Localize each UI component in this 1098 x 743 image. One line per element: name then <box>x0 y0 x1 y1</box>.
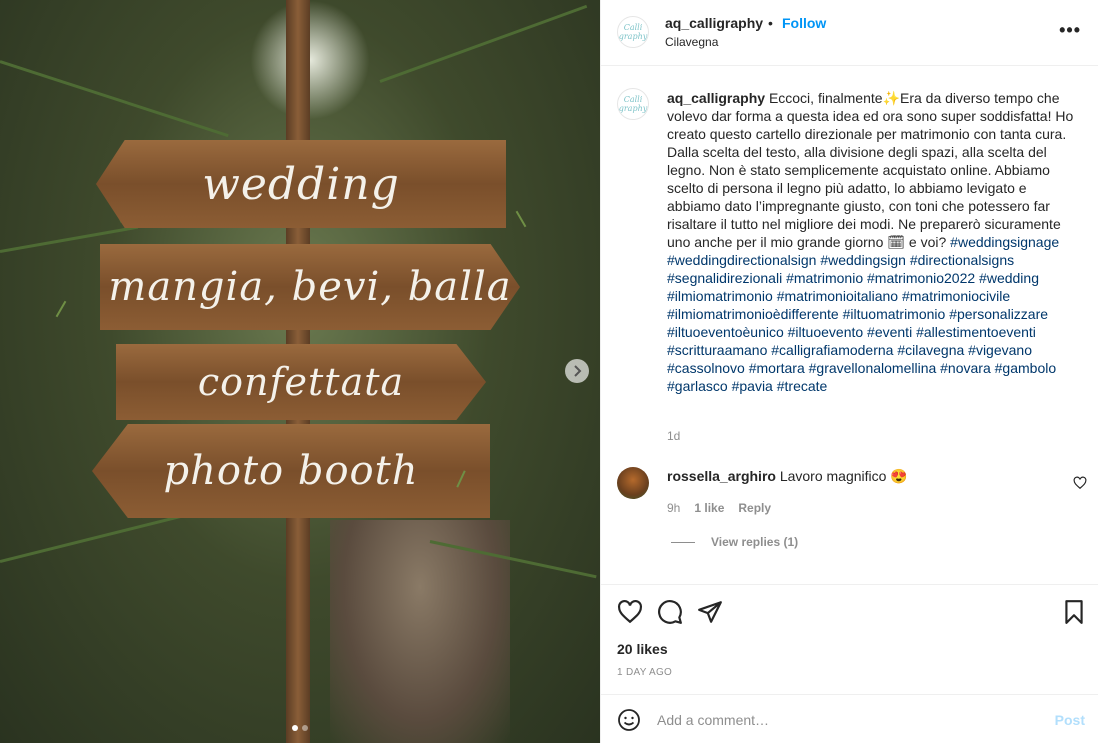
comment-meta: 9h 1 like Reply <box>667 501 771 515</box>
chevron-right-icon <box>574 365 582 377</box>
header-username[interactable]: aq_calligraphy <box>665 15 763 31</box>
pine-needles <box>55 300 67 318</box>
like-heart-icon[interactable] <box>617 599 643 625</box>
photo-sky-glow <box>250 0 370 120</box>
sign-wedding-text: wedding <box>202 158 400 210</box>
avatar-logo-text: Calli graphy <box>618 23 648 41</box>
caption-text: Eccoci, finalmente✨Era da diverso tempo … <box>667 90 1074 250</box>
pine-branch <box>0 60 229 138</box>
caption-avatar[interactable]: Calli graphy <box>617 88 649 120</box>
share-paper-plane-icon[interactable] <box>697 599 723 625</box>
post-date: 1 DAY AGO <box>617 667 673 678</box>
replies-line <box>671 541 695 543</box>
header-location[interactable]: Cilavegna <box>665 35 718 49</box>
comment-likes[interactable]: 1 like <box>694 501 724 515</box>
comment-bubble-icon[interactable] <box>657 599 683 625</box>
post-header: Calli graphy aq_calligraphy • Follow Cil… <box>601 0 1098 66</box>
save-bookmark-icon[interactable] <box>1061 599 1087 625</box>
sign-confettata-text: confettata <box>197 360 405 404</box>
view-replies-label: View replies (1) <box>711 535 799 549</box>
carousel-dot <box>302 725 308 731</box>
sign-confettata: confettata <box>116 344 486 420</box>
comment-reply-button[interactable]: Reply <box>738 501 771 515</box>
sign-mangia-text: mangia, bevi, balla <box>108 264 512 310</box>
comment-row: rossella_arghiro Lavoro magnifico 😍 <box>667 467 908 485</box>
sign-wedding: wedding <box>96 140 506 228</box>
post-photo[interactable]: wedding mangia, bevi, balla confettata p… <box>0 0 600 743</box>
post-comment-button[interactable]: Post <box>1055 712 1085 728</box>
add-comment-bar: Post <box>601 694 1098 743</box>
comment-avatar[interactable] <box>617 467 649 499</box>
post-actions: 20 likes 1 DAY AGO <box>601 584 1098 694</box>
comment-like-heart-icon[interactable] <box>1073 476 1087 490</box>
carousel-next-button[interactable] <box>565 359 589 383</box>
header-separator: • <box>768 15 773 31</box>
sign-mangia-bevi-balla: mangia, bevi, balla <box>100 244 520 330</box>
sign-photo-booth: photo booth <box>92 424 490 518</box>
avatar-logo-text: Calli graphy <box>618 95 648 113</box>
caption-timestamp: 1d <box>667 429 681 443</box>
pine-branch <box>379 4 588 83</box>
post-caption: aq_calligraphy Eccoci, finalmente✨Era da… <box>667 89 1077 395</box>
comment-time: 9h <box>667 501 681 515</box>
pine-needles <box>515 210 527 228</box>
comment-username[interactable]: rossella_arghiro <box>667 468 776 484</box>
caption-username[interactable]: aq_calligraphy <box>667 90 765 106</box>
carousel-indicator <box>292 725 308 731</box>
carousel-dot-active <box>292 725 298 731</box>
sign-photo-booth-text: photo booth <box>163 448 419 494</box>
comments-area[interactable]: Calli graphy aq_calligraphy Eccoci, fina… <box>601 66 1098 584</box>
more-options-icon[interactable]: ••• <box>1059 20 1081 41</box>
likes-count[interactable]: 20 likes <box>617 641 668 657</box>
post-side-panel: Calli graphy aq_calligraphy • Follow Cil… <box>600 0 1098 743</box>
emoji-smiley-icon[interactable] <box>617 708 641 732</box>
caption-hashtags[interactable]: #weddingsignage #weddingdirectionalsign … <box>667 234 1059 394</box>
comment-text: Lavoro magnifico 😍 <box>779 468 908 484</box>
avatar[interactable]: Calli graphy <box>617 16 649 48</box>
add-comment-input[interactable] <box>657 709 1017 731</box>
view-replies-button[interactable]: View replies (1) <box>671 535 798 549</box>
follow-button[interactable]: Follow <box>782 15 826 31</box>
